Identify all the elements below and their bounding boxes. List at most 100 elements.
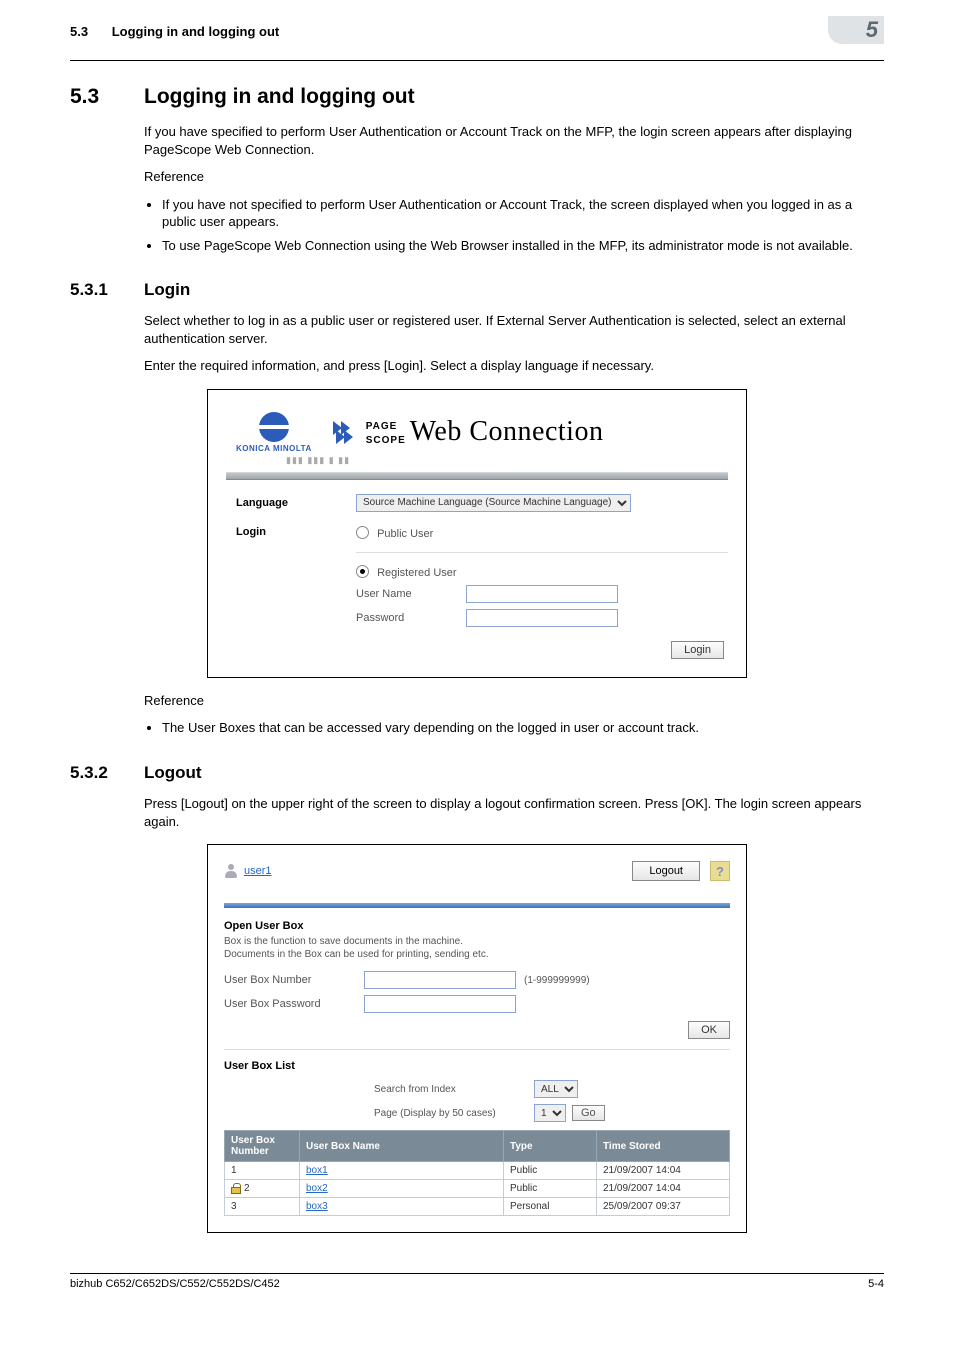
reference-label: Reference [144,692,884,710]
globe-icon [259,412,289,442]
language-label: Language [226,497,356,509]
paragraph: If you have specified to perform User Au… [144,123,884,158]
header-section-number: 5.3 [70,24,88,39]
language-row: Language Source Machine Language (Source… [226,494,728,512]
header-section-title: Logging in and logging out [112,24,280,39]
heading-number: 5.3.1 [70,280,144,300]
top-user-bar: user1 Logout ? [224,861,730,881]
cell-user-box-number: 1 [225,1162,300,1180]
language-select[interactable]: Source Machine Language (Source Machine … [356,494,631,512]
user-box-table: User Box Number User Box Name Type Time … [224,1130,730,1216]
cell-type: Public [504,1180,597,1198]
public-user-radio[interactable]: Public User [356,526,728,540]
pagescope-logo: PAGE SCOPE Web Connection [332,416,604,448]
logo-row: KONICA MINOLTA PAGE SCOPE Web Connection [226,412,728,453]
model-obscured-text: ▮▮▮ ▮▮▮ ▮ ▮▮ [286,455,728,466]
user-name-row: User Name [356,585,728,603]
th-type[interactable]: Type [504,1131,597,1162]
paragraph: Press [Logout] on the upper right of the… [144,795,884,830]
cell-time-stored: 21/09/2007 14:04 [597,1162,730,1180]
header-divider [70,60,884,61]
user-box-number-label: User Box Number [224,974,364,986]
table-row: 1 box1 Public21/09/2007 14:04 [225,1162,730,1180]
radio-icon [356,526,369,539]
go-button[interactable]: Go [572,1105,605,1121]
section-5-3-2-heading: 5.3.2 Logout [70,763,884,783]
heading-title: Logout [144,763,202,783]
cell-time-stored: 25/09/2007 09:37 [597,1198,730,1216]
cell-user-box-number: 2 [225,1180,300,1198]
user-name-input[interactable] [466,585,618,603]
public-user-label: Public User [377,528,433,540]
thin-divider [224,1049,730,1050]
open-user-box-title: Open User Box [224,920,730,932]
user-box-link[interactable]: box1 [306,1165,328,1176]
th-user-box-name[interactable]: User Box Name [300,1131,504,1162]
heading-number: 5.3 [70,85,144,109]
user-icon [224,864,238,878]
header-chapter-number: 5 [828,16,884,44]
section-5-3-heading: 5.3 Logging in and logging out [70,85,884,109]
page-select[interactable]: 1 [534,1104,566,1122]
konica-minolta-logo: KONICA MINOLTA [236,412,312,453]
reference-list: If you have not specified to perform Use… [162,196,884,255]
section-5-3-1-heading: 5.3.1 Login [70,280,884,300]
login-subdivider [356,552,728,553]
th-time-stored[interactable]: Time Stored [597,1131,730,1162]
login-row: Login Public User Registered User User N… [226,526,728,627]
user-box-link[interactable]: box3 [306,1201,328,1212]
lock-icon [231,1183,241,1194]
pagescope-arrows-icon [332,418,362,446]
header-separator-bar [226,472,728,480]
user-box-link[interactable]: box2 [306,1183,328,1194]
user-box-list-title: User Box List [224,1060,730,1072]
heading-title: Logging in and logging out [144,85,415,109]
paragraph: Select whether to log in as a public use… [144,312,884,347]
footer-model-text: bizhub C652/C652DS/C552/C552DS/C452 [70,1278,280,1290]
help-icon[interactable]: ? [710,861,730,881]
login-label: Login [226,526,356,538]
cell-type: Public [504,1162,597,1180]
table-row: 3 box3 Personal25/09/2007 09:37 [225,1198,730,1216]
th-user-box-number[interactable]: User Box Number [225,1131,300,1162]
cell-type: Personal [504,1198,597,1216]
open-user-box-description: Box is the function to save documents in… [224,935,730,961]
password-label: Password [356,612,466,624]
search-from-index-label: Search from Index [374,1084,534,1095]
page-display-label: Page (Display by 50 cases) [374,1108,534,1119]
registered-user-radio[interactable]: Registered User [356,565,728,579]
heading-title: Login [144,280,190,300]
login-button[interactable]: Login [671,641,724,659]
table-row: 2 box2 Public21/09/2007 14:04 [225,1180,730,1198]
ok-button[interactable]: OK [688,1021,730,1039]
footer-page-number: 5-4 [868,1278,884,1290]
registered-user-label: Registered User [377,567,456,579]
blue-separator-bar [224,903,730,908]
user-box-number-hint: (1-999999999) [524,975,590,986]
user-box-password-label: User Box Password [224,998,364,1010]
logout-button[interactable]: Logout [632,861,700,881]
reference-label: Reference [144,168,884,186]
user-name-label: User Name [356,588,466,600]
cell-time-stored: 21/09/2007 14:04 [597,1180,730,1198]
pagescope-text: PAGE SCOPE [366,420,406,448]
login-screenshot: KONICA MINOLTA PAGE SCOPE Web Connection [207,389,747,678]
password-row: Password [356,609,728,627]
logged-in-username[interactable]: user1 [244,865,632,877]
user-box-number-input[interactable] [364,971,516,989]
web-connection-text: Web Connection [410,416,604,448]
cell-user-box-number: 3 [225,1198,300,1216]
user-box-password-input[interactable] [364,995,516,1013]
user-box-number-row: User Box Number (1-999999999) [224,971,730,989]
page-footer: bizhub C652/C652DS/C552/C552DS/C452 5-4 [70,1273,884,1290]
logout-screenshot: user1 Logout ? Open User Box Box is the … [207,844,747,1233]
password-input[interactable] [466,609,618,627]
list-item: If you have not specified to perform Use… [162,196,884,231]
search-index-select[interactable]: ALL [534,1080,578,1098]
page-display-row: Page (Display by 50 cases) 1 Go [224,1104,730,1122]
list-item: The User Boxes that can be accessed vary… [162,719,884,737]
cell-user-box-name: box1 [300,1162,504,1180]
cell-user-box-name: box3 [300,1198,504,1216]
radio-checked-icon [356,565,369,578]
reference-list: The User Boxes that can be accessed vary… [162,719,884,737]
